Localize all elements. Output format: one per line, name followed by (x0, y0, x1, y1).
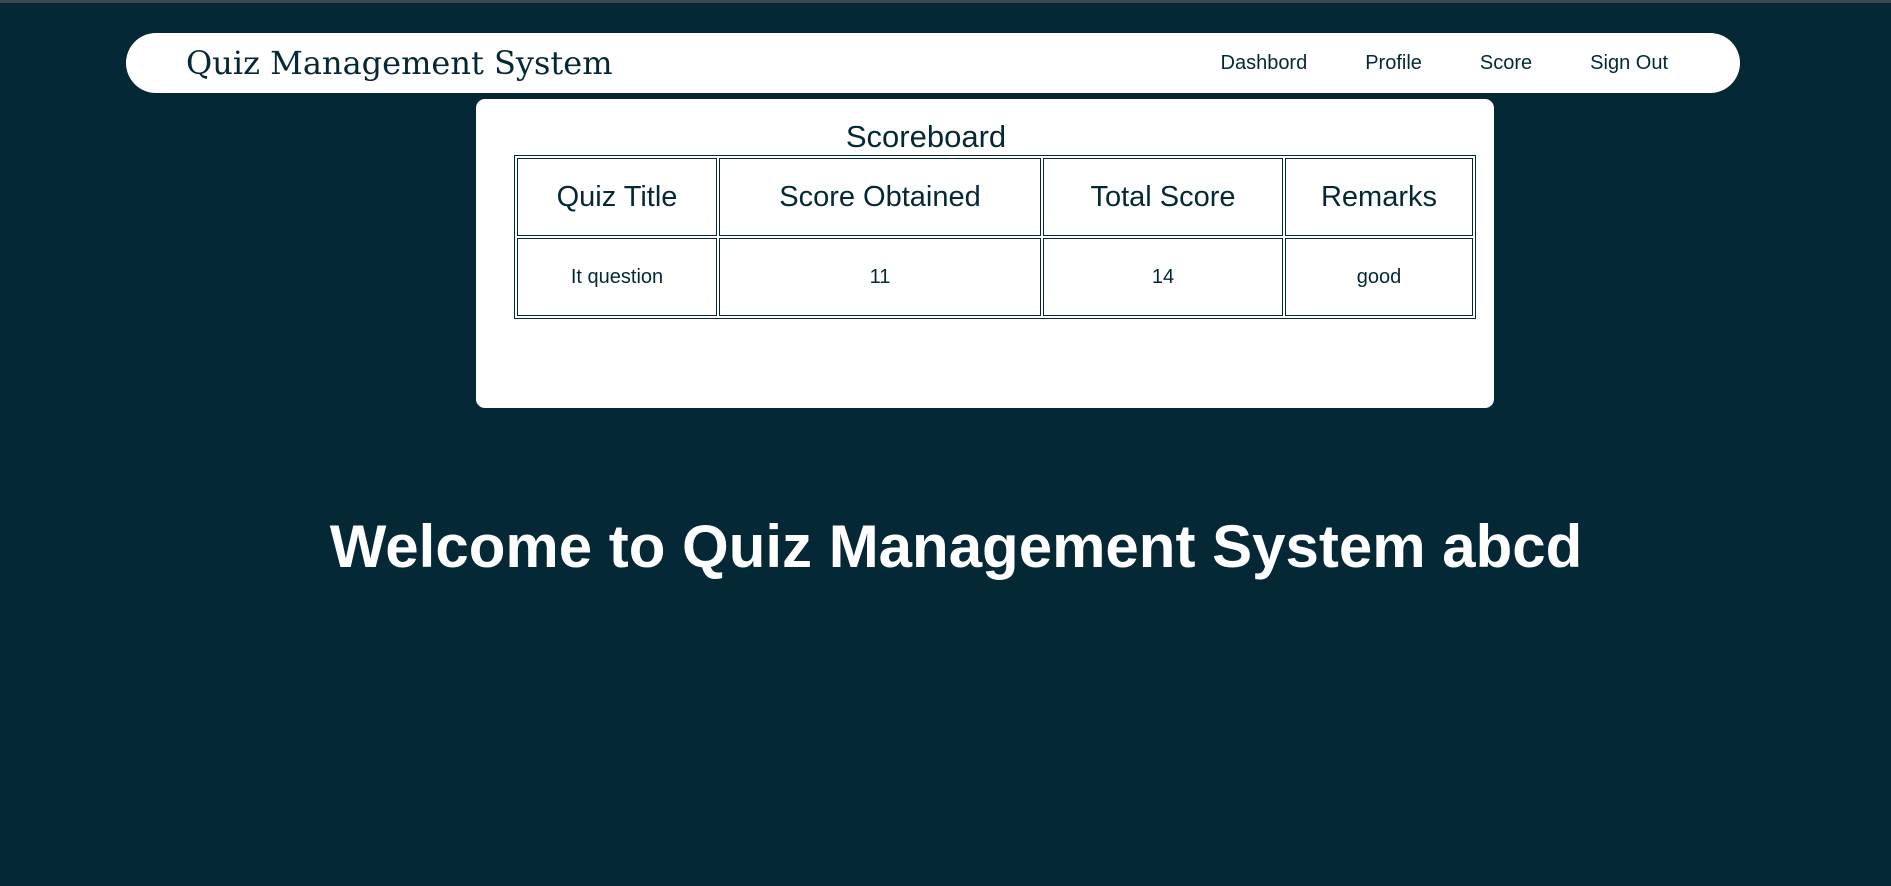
scoreboard-title: Scoreboard (845, 119, 1007, 154)
scoreboard-table: Quiz Title Score Obtained Total Score Re… (514, 155, 1476, 319)
table-row: It question 11 14 good (517, 238, 1473, 316)
cell-total-score: 14 (1043, 238, 1283, 316)
nav-link-profile[interactable]: Profile (1365, 52, 1422, 75)
nav-link-sign-out[interactable]: Sign Out (1590, 52, 1668, 75)
column-header-remarks: Remarks (1285, 158, 1473, 236)
window-top-edge (0, 0, 1891, 3)
cell-remarks: good (1285, 238, 1473, 316)
cell-score-obtained: 11 (719, 238, 1041, 316)
cell-quiz-title: It question (517, 238, 717, 316)
nav-links: Dashbord Profile Score Sign Out (1163, 33, 1669, 93)
welcome-heading: Welcome to Quiz Management System abcd (329, 513, 1583, 580)
column-header-total-score: Total Score (1043, 158, 1283, 236)
brand-title: Quiz Management System (186, 44, 613, 82)
navbar: Quiz Management System Dashbord Profile … (126, 33, 1740, 93)
nav-link-score[interactable]: Score (1480, 52, 1532, 75)
table-header-row: Quiz Title Score Obtained Total Score Re… (517, 158, 1473, 236)
column-header-quiz-title: Quiz Title (517, 158, 717, 236)
column-header-score-obtained: Score Obtained (719, 158, 1041, 236)
nav-link-dashboard[interactable]: Dashbord (1221, 52, 1308, 75)
